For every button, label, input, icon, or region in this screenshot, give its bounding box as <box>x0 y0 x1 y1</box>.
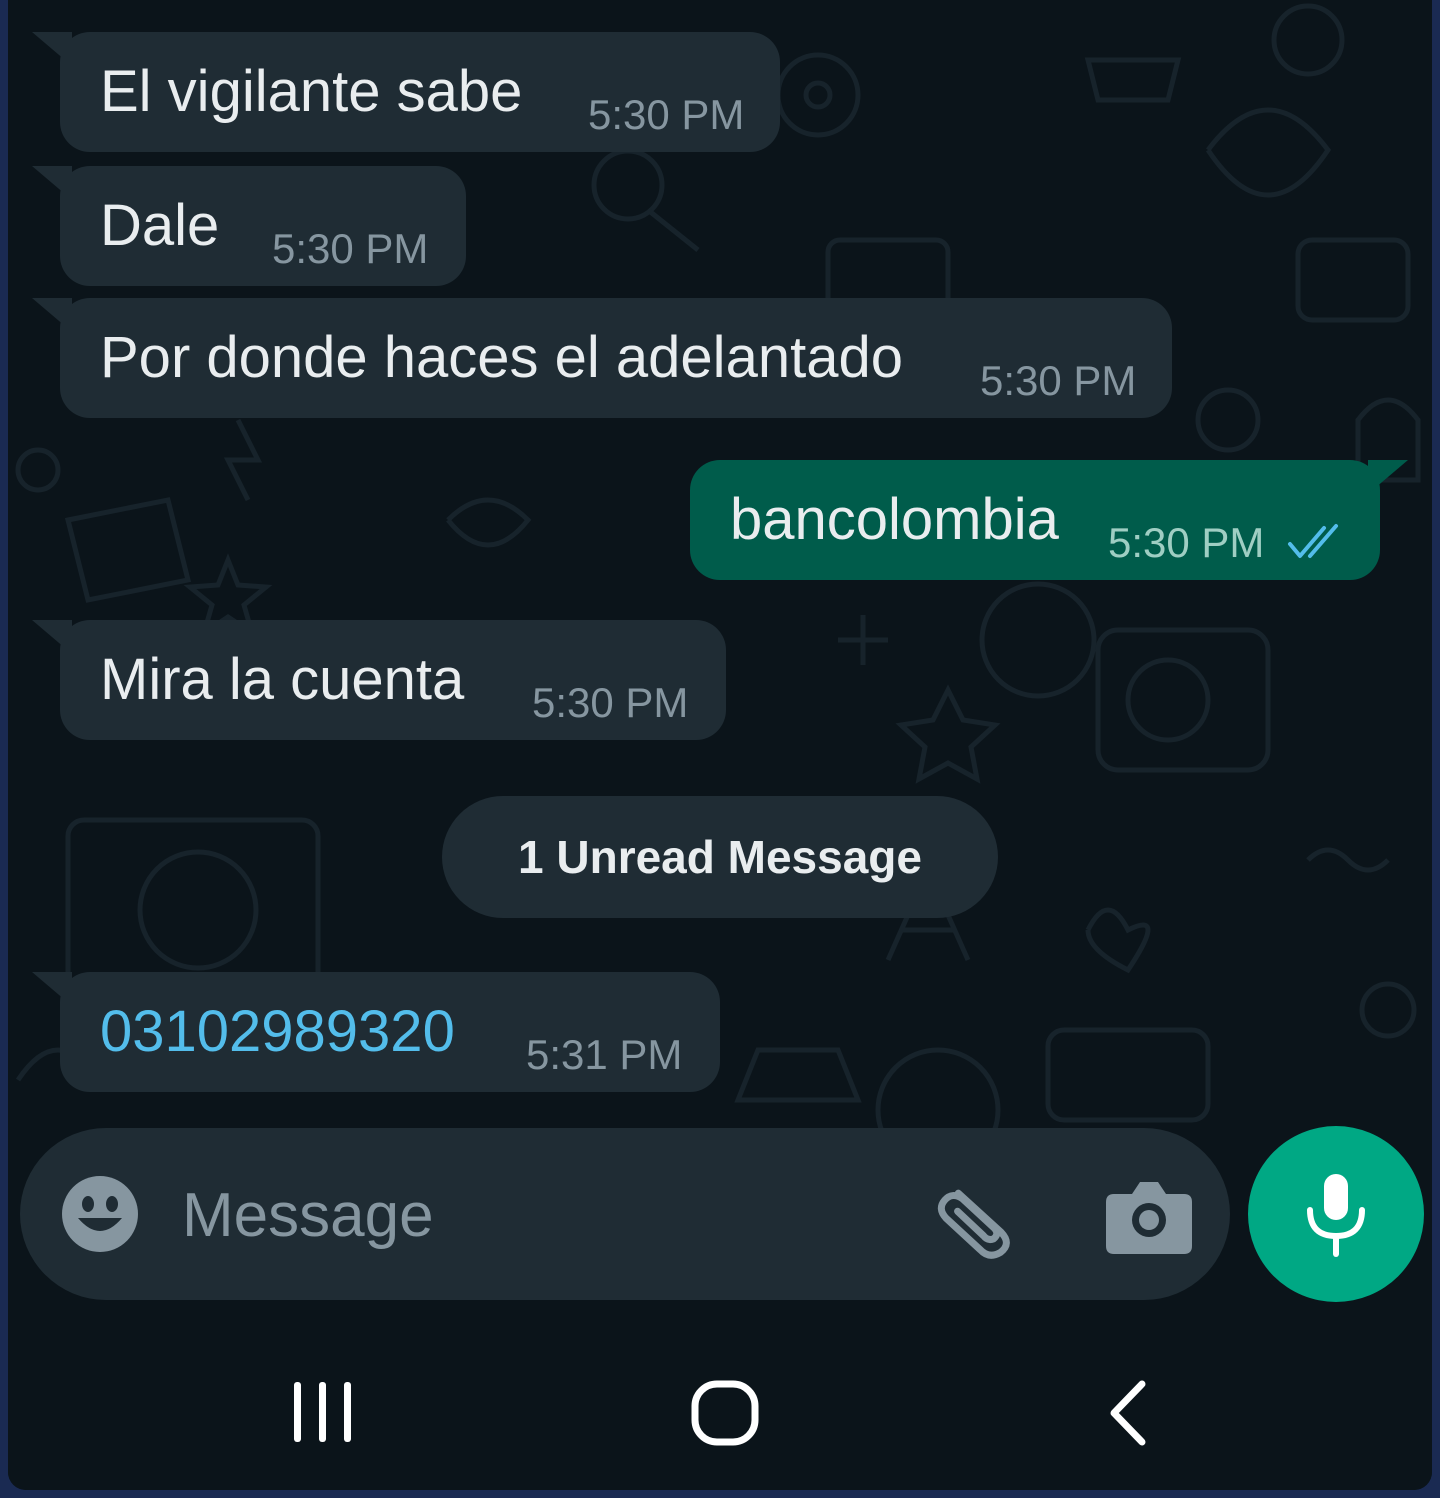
recent-apps-icon[interactable] <box>288 1378 358 1446</box>
read-receipt-icon <box>1288 524 1338 558</box>
message-time: 5:30 PM <box>980 357 1137 404</box>
message-text: El vigilante sabe <box>100 59 523 124</box>
chat-screen: El vigilante sabe 5:30 PM Dale 5:30 PM P… <box>8 0 1432 1490</box>
phone-number-link[interactable]: 03102989320 <box>100 1000 455 1064</box>
message-time: 5:30 PM <box>1108 519 1265 566</box>
message-time: 5:30 PM <box>272 225 429 272</box>
message-text: bancolombia <box>730 487 1059 552</box>
outgoing-message[interactable]: bancolombia 5:30 PM <box>690 460 1408 580</box>
incoming-message[interactable]: 03102989320 5:31 PM <box>32 972 720 1092</box>
message-time: 5:31 PM <box>526 1031 683 1078</box>
incoming-message[interactable]: Por donde haces el adelantado 5:30 PM <box>32 298 1172 418</box>
incoming-message[interactable]: Mira la cuenta 5:30 PM <box>32 620 726 740</box>
incoming-message[interactable]: El vigilante sabe 5:30 PM <box>32 32 780 152</box>
incoming-message[interactable]: Dale 5:30 PM <box>32 166 466 286</box>
message-composer <box>20 1128 1230 1300</box>
message-text: Mira la cuenta <box>100 647 465 712</box>
emoji-icon[interactable] <box>60 1174 140 1254</box>
message-list[interactable]: El vigilante sabe 5:30 PM Dale 5:30 PM P… <box>8 0 1432 1318</box>
back-icon[interactable] <box>1102 1378 1152 1448</box>
unread-divider: 1 Unread Message <box>442 796 998 918</box>
system-navigation-bar <box>8 1318 1432 1490</box>
home-icon[interactable] <box>690 1378 760 1448</box>
message-time: 5:30 PM <box>588 91 745 138</box>
paperclip-icon[interactable] <box>930 1172 1022 1262</box>
message-input[interactable] <box>180 1168 904 1262</box>
camera-icon[interactable] <box>1106 1172 1192 1256</box>
message-text: Por donde haces el adelantado <box>100 325 903 390</box>
unread-divider-label: 1 Unread Message <box>518 831 922 883</box>
microphone-icon <box>1307 1174 1365 1257</box>
voice-message-button[interactable] <box>1248 1126 1424 1302</box>
message-time: 5:30 PM <box>532 679 689 726</box>
message-text: Dale <box>100 193 220 258</box>
